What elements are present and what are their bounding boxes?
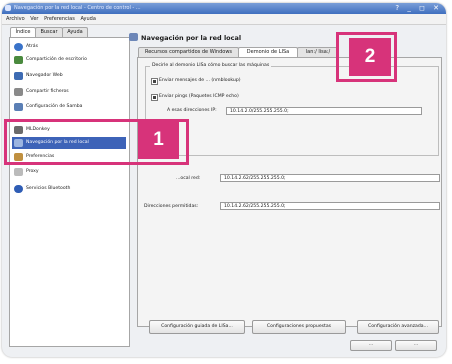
nmblookup-label: Enviar mensajes de ... (nmblookup)	[159, 78, 241, 83]
group-legend: Decirle al demonio LISa cómo buscar las …	[150, 63, 272, 68]
footer-button[interactable]: ...	[395, 340, 437, 351]
menu-archivo[interactable]: Archivo	[6, 16, 25, 22]
proxy-icon	[14, 168, 23, 176]
menu-ver[interactable]: Ver	[30, 16, 38, 22]
window-title: Navegación por la red local - Centro de …	[14, 5, 141, 11]
ping-label: Enviar pings (Paquetes ICMP echo)	[159, 94, 239, 99]
sidebar-item-label: Servicios Bluetooth	[26, 186, 71, 191]
menu-ayuda[interactable]: Ayuda	[80, 16, 95, 22]
samba-icon	[14, 103, 23, 111]
window-controls[interactable]: ? _ ◻ ✕	[395, 4, 442, 12]
tab-buscar[interactable]: Buscar	[35, 27, 63, 37]
menu-preferencias[interactable]: Preferencias	[44, 16, 75, 22]
allowed-addresses-field[interactable]: 10.14.2.62/255.255.255.0;	[220, 202, 440, 210]
page-title: Navegación por la red local	[141, 34, 242, 42]
sidebar-item-compartir-ficheros[interactable]: Compartir ficheros	[12, 86, 126, 98]
tab-ayuda[interactable]: Ayuda	[62, 27, 88, 37]
desktop-share-icon	[14, 56, 23, 64]
broadcast-label: ...ocal red:	[176, 176, 201, 181]
proposed-config-button[interactable]: Configuraciones propuestas	[252, 320, 346, 334]
file-share-icon	[14, 88, 23, 96]
web-browser-icon	[14, 72, 23, 80]
footer-button[interactable]: ...	[350, 340, 392, 351]
sidebar-item-label: Configuración de Samba	[26, 104, 83, 109]
nmblookup-checkbox[interactable]	[151, 78, 158, 85]
callout-2-badge: 2	[349, 38, 391, 76]
back-arrow-icon	[14, 43, 23, 51]
callout-1-badge: 1	[138, 121, 179, 159]
allowed-addresses-label: Direcciones permitidas:	[144, 204, 199, 209]
sidebar-item-comparticion-escritorio[interactable]: Compartición de escritorio	[12, 54, 126, 66]
bluetooth-icon	[14, 185, 23, 193]
broadcast-field[interactable]: 10.14.2.62/255.255.255.0;	[220, 174, 440, 182]
sidebar-item-proxy[interactable]: Proxy	[12, 166, 126, 178]
tab-content: Decirle al demonio LISa cómo buscar las …	[137, 57, 442, 334]
sidebar-item-navegador-web[interactable]: Navegador Web	[12, 70, 126, 82]
sidebar-item-bluetooth[interactable]: Servicios Bluetooth	[12, 183, 126, 195]
ping-checkbox[interactable]	[151, 94, 158, 101]
tab-lan-lisa[interactable]: lan:/ lisa:/	[297, 47, 339, 57]
app-icon	[5, 5, 11, 11]
ping-address-field[interactable]: 10.14.2.0/255.255.255.0;	[226, 107, 422, 115]
network-icon	[129, 33, 138, 41]
sidebar-item-label: Compartir ficheros	[26, 89, 69, 94]
sidebar-item-label: Navegador Web	[26, 73, 63, 78]
sidebar-item-label: Atrás	[26, 44, 38, 49]
sidebar-item-atras[interactable]: Atrás	[12, 41, 126, 53]
sidebar-list: Atrás Compartición de escritorio Navegad…	[9, 37, 130, 347]
sidebar-item-samba[interactable]: Configuración de Samba	[12, 101, 126, 113]
tab-recursos-windows[interactable]: Recursos compartidos de Windows	[138, 47, 239, 57]
advanced-config-button[interactable]: Configuración avanzada...	[357, 320, 439, 334]
guided-config-button[interactable]: Configuración guiada de LISa...	[149, 320, 245, 334]
ping-address-label: A esas direcciones IP:	[167, 108, 217, 113]
title-bar: Navegación por la red local - Centro de …	[2, 3, 446, 14]
sidebar-item-label: Compartición de escritorio	[26, 57, 87, 62]
menu-bar: Archivo Ver Preferencias Ayuda	[2, 14, 446, 25]
sidebar: Índice Buscar Ayuda Atrás Compartición d…	[9, 27, 130, 347]
sidebar-item-label: Proxy	[26, 169, 39, 174]
